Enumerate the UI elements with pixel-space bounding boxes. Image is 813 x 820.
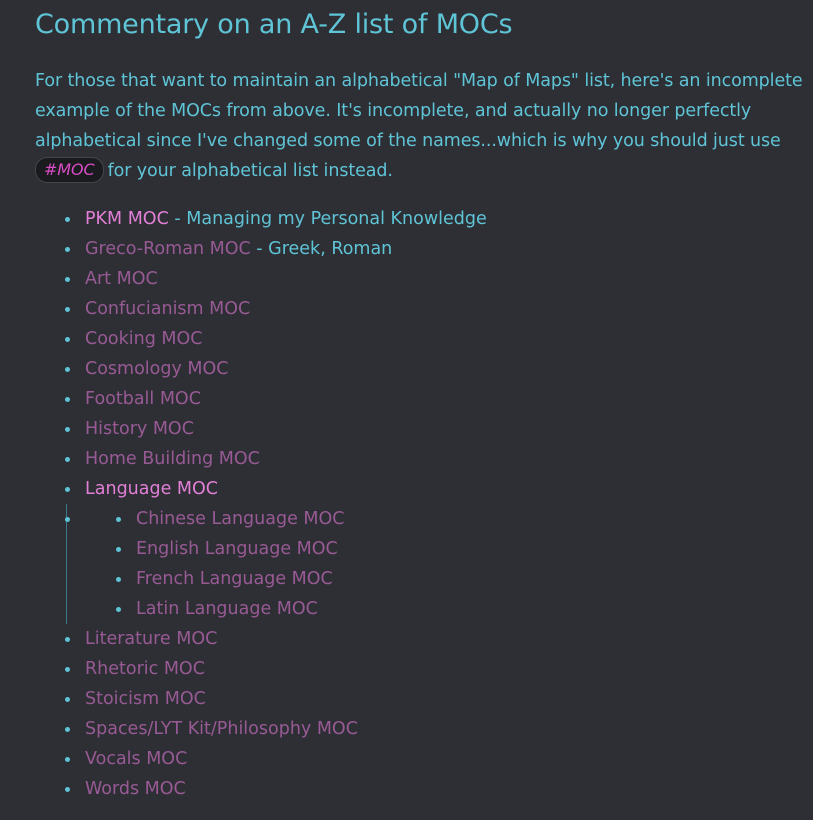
section-heading: Commentary on an A-Z list of MOCs: [35, 9, 513, 40]
list-item: English Language MOC: [67, 534, 805, 564]
list-item: Spaces/LYT Kit/Philosophy MOC: [35, 714, 805, 744]
cooking-moc-link[interactable]: Cooking MOC: [85, 329, 202, 349]
literature-moc-link[interactable]: Literature MOC: [85, 629, 217, 649]
language-moc-link[interactable]: Language MOC: [85, 479, 218, 499]
latin-language-moc-link[interactable]: Latin Language MOC: [136, 599, 318, 619]
list-item: Vocals MOC: [35, 744, 805, 774]
list-item: Football MOC: [35, 384, 805, 414]
nested-list-container: Chinese Language MOC English Language MO…: [35, 504, 805, 624]
french-language-moc-link[interactable]: French Language MOC: [136, 569, 333, 589]
language-sub-list: Chinese Language MOC English Language MO…: [66, 504, 805, 624]
art-moc-link[interactable]: Art MOC: [85, 269, 158, 289]
list-item: Latin Language MOC: [67, 594, 805, 624]
vocals-moc-link[interactable]: Vocals MOC: [85, 749, 187, 769]
list-item: Art MOC: [35, 264, 805, 294]
moc-list: PKM MOC - Managing my Personal Knowledge…: [35, 204, 805, 804]
greco-roman-moc-link[interactable]: Greco-Roman MOC: [85, 239, 251, 259]
intro-text: For those that want to maintain an alpha…: [35, 71, 803, 151]
list-item: Cosmology MOC: [35, 354, 805, 384]
intro-paragraph: For those that want to maintain an alpha…: [35, 66, 805, 186]
list-item: Words MOC: [35, 774, 805, 804]
list-item: Stoicism MOC: [35, 684, 805, 714]
words-moc-link[interactable]: Words MOC: [85, 779, 186, 799]
chinese-language-moc-link[interactable]: Chinese Language MOC: [136, 509, 345, 529]
moc-tag[interactable]: #MOC: [35, 157, 104, 183]
list-item: Chinese Language MOC: [67, 504, 805, 534]
football-moc-link[interactable]: Football MOC: [85, 389, 201, 409]
stoicism-moc-link[interactable]: Stoicism MOC: [85, 689, 206, 709]
spaces-lyt-kit-philosophy-moc-link[interactable]: Spaces/LYT Kit/Philosophy MOC: [85, 719, 358, 739]
note-content: Commentary on an A-Z list of MOCs For th…: [35, 0, 805, 804]
confucianism-moc-link[interactable]: Confucianism MOC: [85, 299, 250, 319]
list-item: French Language MOC: [67, 564, 805, 594]
list-item: Language MOC: [35, 474, 805, 504]
separator: -: [168, 209, 187, 229]
list-item: Greco-Roman MOC - Greek, Roman: [35, 234, 805, 264]
list-item: Home Building MOC: [35, 444, 805, 474]
pkm-description: Managing my Personal Knowledge: [186, 209, 487, 229]
english-language-moc-link[interactable]: English Language MOC: [136, 539, 338, 559]
cosmology-moc-link[interactable]: Cosmology MOC: [85, 359, 229, 379]
history-moc-link[interactable]: History MOC: [85, 419, 194, 439]
rhetoric-moc-link[interactable]: Rhetoric MOC: [85, 659, 205, 679]
list-item: PKM MOC - Managing my Personal Knowledge: [35, 204, 805, 234]
home-building-moc-link[interactable]: Home Building MOC: [85, 449, 260, 469]
greco-roman-description: Greek, Roman: [268, 239, 393, 259]
list-item: Rhetoric MOC: [35, 654, 805, 684]
intro-tail: for your alphabetical list instead.: [107, 161, 393, 181]
separator: -: [250, 239, 269, 259]
list-item: History MOC: [35, 414, 805, 444]
pkm-moc-link[interactable]: PKM MOC: [85, 209, 169, 229]
list-item: Cooking MOC: [35, 324, 805, 354]
list-item: Confucianism MOC: [35, 294, 805, 324]
list-item: Literature MOC: [35, 624, 805, 654]
